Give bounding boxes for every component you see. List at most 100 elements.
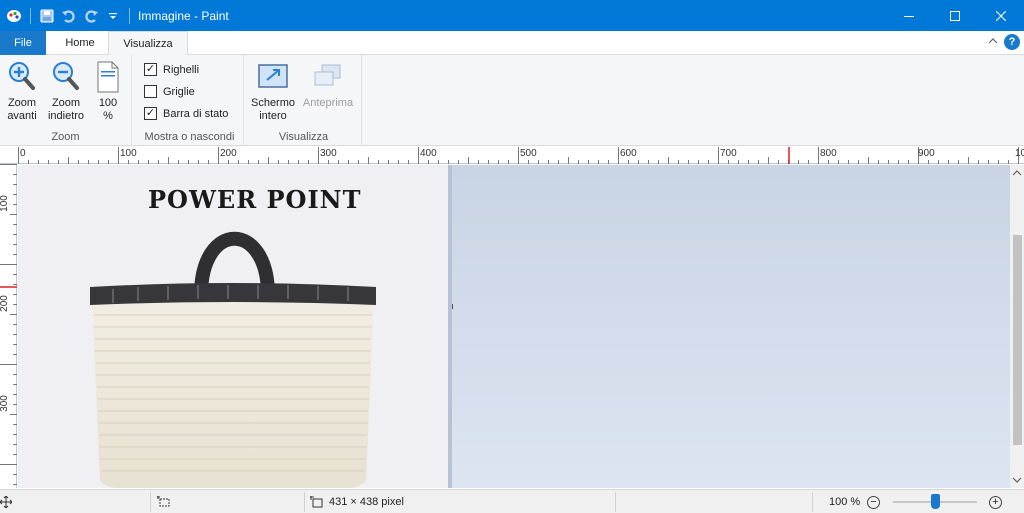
paint-app-icon[interactable] bbox=[4, 5, 24, 27]
fullscreen-button[interactable]: Schermo intero bbox=[250, 59, 296, 123]
cursor-position-icon bbox=[0, 490, 12, 513]
zoom-out-label-2: indietro bbox=[47, 110, 85, 122]
rulers-label: Righelli bbox=[163, 63, 200, 76]
scroll-up-icon[interactable] bbox=[1010, 168, 1024, 178]
ruler-label: 500 bbox=[520, 148, 537, 159]
grid-checkbox[interactable]: Griglie bbox=[144, 85, 195, 98]
zoom-100-label-1: 100 bbox=[98, 97, 118, 109]
zoom-out-status-button[interactable]: − bbox=[867, 490, 880, 513]
vertical-scrollbar[interactable] bbox=[1010, 165, 1024, 488]
grid-label: Griglie bbox=[163, 85, 195, 98]
help-icon[interactable]: ? bbox=[1004, 34, 1020, 50]
show-hide-group-label: Mostra o nascondi bbox=[144, 131, 235, 143]
minus-icon: − bbox=[867, 495, 880, 509]
zoom-level-text: 100 % bbox=[829, 496, 861, 508]
image-size: 431 × 438 pixel bbox=[310, 490, 404, 513]
ruler-label: 0 bbox=[20, 148, 26, 159]
horizontal-ruler-ticks bbox=[18, 147, 1019, 164]
zoom-group: Zoom avanti Zoom indietro 100 % Zoom bbox=[0, 55, 132, 146]
customize-toolbar-icon[interactable] bbox=[103, 5, 123, 27]
ruler-label: 100 bbox=[120, 148, 137, 159]
selection-size-icon bbox=[157, 490, 171, 513]
ruler-label: 200 bbox=[220, 148, 237, 159]
close-button[interactable] bbox=[978, 0, 1024, 31]
statusbar-separator bbox=[812, 492, 813, 512]
zoom-in-label-1: Zoom bbox=[7, 97, 37, 109]
ribbon-panel: Zoom avanti Zoom indietro 100 % Zoom ✓ R… bbox=[0, 55, 1024, 146]
fullscreen-label-1: Schermo bbox=[250, 97, 296, 109]
close-icon bbox=[996, 10, 1006, 21]
view-group-label: Visualizza bbox=[278, 131, 329, 143]
undo-icon[interactable] bbox=[59, 5, 79, 27]
image-size-icon bbox=[310, 496, 323, 508]
zoom-group-label: Zoom bbox=[51, 131, 80, 143]
collapse-ribbon-icon[interactable] bbox=[988, 36, 998, 48]
rulers-checkbox[interactable]: ✓ Righelli bbox=[144, 63, 199, 76]
statusbar-checkbox[interactable]: ✓ Barra di stato bbox=[144, 107, 228, 120]
minimize-button[interactable] bbox=[886, 0, 932, 31]
statusbar-label: Barra di stato bbox=[163, 107, 229, 120]
zoom-100-label-2: % bbox=[103, 110, 113, 122]
preview-button[interactable]: Anteprima bbox=[300, 59, 356, 110]
zoom-out-icon bbox=[50, 59, 82, 95]
ruler-label: 900 bbox=[918, 148, 935, 159]
tab-home[interactable]: Home bbox=[52, 31, 108, 55]
maximize-icon bbox=[950, 10, 960, 21]
grid-check-icon bbox=[144, 85, 157, 98]
tab-view[interactable]: Visualizza bbox=[108, 31, 188, 56]
scroll-down-icon[interactable] bbox=[1010, 475, 1024, 485]
zoom-slider-thumb[interactable] bbox=[931, 494, 940, 509]
zoom-in-status-button[interactable]: + bbox=[989, 490, 1002, 513]
zoom-in-icon bbox=[6, 59, 38, 95]
minimize-icon bbox=[904, 15, 914, 17]
redo-icon[interactable] bbox=[81, 5, 101, 27]
vertical-ruler-ticks bbox=[0, 164, 17, 485]
maximize-button[interactable] bbox=[932, 0, 978, 31]
toolbar-separator bbox=[129, 7, 130, 24]
image-canvas[interactable]: POWER POINT bbox=[18, 165, 448, 488]
statusbar-check-icon: ✓ bbox=[144, 107, 157, 120]
ribbon-right-controls: ? bbox=[988, 34, 1024, 50]
ruler-label: 700 bbox=[720, 148, 737, 159]
ruler-label: 400 bbox=[420, 148, 437, 159]
vertical-ruler: 100 200 300 bbox=[0, 164, 17, 488]
zoom-out-label-1: Zoom bbox=[51, 97, 81, 109]
scrollbar-thumb[interactable] bbox=[1013, 235, 1022, 445]
image-size-text: 431 × 438 pixel bbox=[329, 496, 404, 508]
ruler-label: 600 bbox=[620, 148, 637, 159]
window-title: Immagine - Paint bbox=[138, 8, 229, 23]
zoom-100-button[interactable]: 100 % bbox=[92, 59, 124, 123]
canvas-shadow bbox=[448, 165, 452, 488]
quick-access-toolbar bbox=[0, 5, 134, 27]
ruler-label: 300 bbox=[320, 148, 337, 159]
horizontal-ruler: 0 100 200 300 400 500 600 700 800 900 10 bbox=[0, 147, 1024, 164]
title-bar: Immagine - Paint bbox=[0, 0, 1024, 31]
toolbar-separator bbox=[30, 7, 31, 24]
fullscreen-icon bbox=[257, 59, 289, 95]
ruler-label: 800 bbox=[820, 148, 837, 159]
ruler-label: 10 bbox=[1015, 148, 1024, 159]
statusbar-separator bbox=[150, 492, 151, 512]
plus-icon: + bbox=[989, 495, 1002, 509]
basket-image bbox=[90, 232, 376, 488]
save-icon[interactable] bbox=[37, 5, 57, 27]
show-hide-group: ✓ Righelli Griglie ✓ Barra di stato Most… bbox=[136, 55, 244, 146]
zoom-in-label-2: avanti bbox=[7, 110, 37, 122]
ruler-label: 300 bbox=[0, 395, 10, 412]
window-controls bbox=[886, 0, 1024, 31]
ruler-label: 100 bbox=[0, 195, 10, 212]
preview-label: Anteprima bbox=[302, 97, 354, 109]
ruler-label: 200 bbox=[0, 295, 10, 312]
zoom-in-button[interactable]: Zoom avanti bbox=[4, 59, 40, 123]
status-bar: 431 × 438 pixel 100 % − + bbox=[0, 489, 1024, 513]
page-100-icon bbox=[92, 59, 124, 95]
fullscreen-label-2: intero bbox=[259, 110, 287, 122]
ribbon-tabs: File Home Visualizza ? bbox=[0, 31, 1024, 56]
statusbar-separator bbox=[304, 492, 305, 512]
tab-file[interactable]: File bbox=[0, 31, 46, 55]
view-group: Schermo intero Anteprima Visualizza bbox=[246, 55, 362, 146]
statusbar-separator bbox=[615, 492, 616, 512]
preview-icon bbox=[312, 59, 344, 95]
zoom-out-button[interactable]: Zoom indietro bbox=[44, 59, 88, 123]
canvas-workspace: POWER POINT bbox=[18, 165, 1010, 488]
